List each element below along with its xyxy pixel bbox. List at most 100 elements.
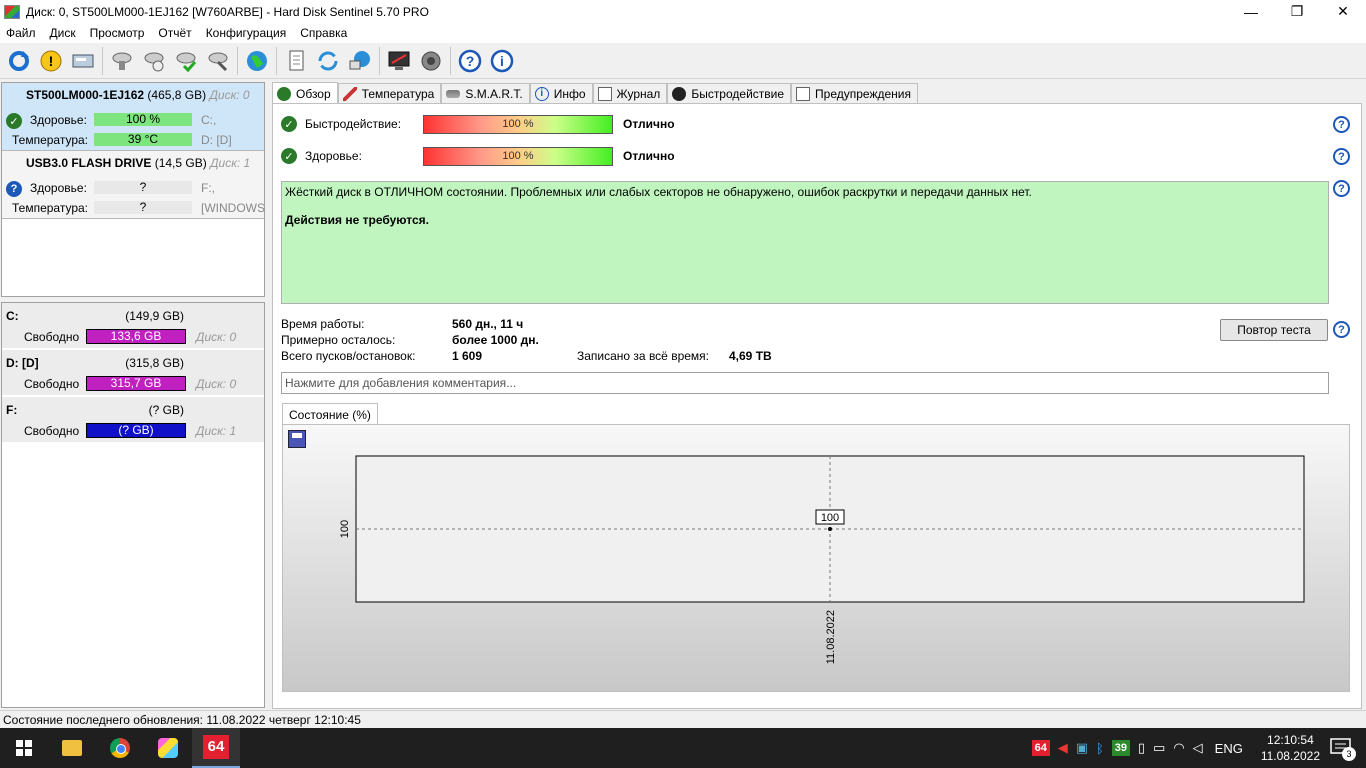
temperature-bar: 39 °C [94, 133, 192, 146]
tab-performance[interactable]: Быстродействие [667, 83, 792, 104]
disk-info-button[interactable] [69, 47, 97, 75]
disk-tool-button[interactable] [204, 47, 232, 75]
monitor-icon [388, 51, 410, 70]
status-message: Жёсткий диск в ОТЛИЧНОМ состоянии. Пробл… [281, 181, 1329, 304]
performance-row: ✓ Быстродействие: 100 % Отлично [281, 114, 675, 134]
help-icon[interactable]: ? [1333, 321, 1350, 338]
info-icon: i [490, 49, 514, 72]
tab-bar: Обзор Температура S.M.A.R.T. i Инфо Журн… [272, 82, 918, 104]
volume-size: (315,8 GB) [125, 356, 184, 370]
toolbar-separator [276, 46, 277, 75]
retest-button[interactable]: Повтор теста [1220, 319, 1328, 341]
tab-temperature[interactable]: Температура [337, 83, 442, 104]
notifications-button[interactable]: 3 [1330, 738, 1356, 761]
tab-label: Журнал [616, 87, 661, 101]
menu-disk[interactable]: Диск [44, 26, 84, 40]
free-space-bar: 133,6 GB [86, 329, 186, 344]
aida64-button[interactable]: 64 [192, 728, 240, 768]
uptime-value: 560 дн., 11 ч [452, 317, 524, 331]
chrome-button[interactable] [96, 728, 144, 768]
disk-surface-button[interactable] [140, 47, 168, 75]
free-space-bar: 315,7 GB [86, 376, 186, 391]
volume-disk: Диск: 0 [196, 377, 237, 391]
volume-icon[interactable]: ◁ [1193, 740, 1203, 756]
wifi-icon[interactable]: ◠ [1173, 740, 1184, 756]
hdsentinel-tray-icon[interactable]: ▣ [1076, 740, 1088, 756]
starts-value: 1 609 [452, 349, 483, 363]
paint-button[interactable] [144, 728, 192, 768]
tab-alerts[interactable]: Предупреждения [791, 83, 918, 104]
speaker-alert-icon[interactable]: ◀ [1058, 740, 1068, 756]
clock-date: 11.08.2022 [1260, 749, 1320, 763]
help-icon[interactable]: ? [1333, 180, 1350, 197]
close-button[interactable]: ✕ [1320, 0, 1366, 23]
network-button[interactable] [346, 47, 374, 75]
message-action: Действия не требуются. [285, 213, 429, 227]
thermometer-icon [342, 87, 357, 101]
speedometer-icon [672, 87, 687, 101]
monitor-button[interactable] [385, 47, 413, 75]
help-button[interactable]: ? [456, 47, 484, 75]
volume-item-c[interactable]: C: (149,9 GB) Свободно 133,6 GB Диск: 0 [2, 303, 264, 350]
toolbar-separator [450, 46, 451, 75]
refresh-button[interactable] [5, 47, 33, 75]
help-icon[interactable]: ? [1333, 148, 1350, 165]
bluetooth-icon[interactable]: ᛒ [1096, 741, 1104, 756]
tab-label: Инфо [553, 87, 586, 101]
tab-smart[interactable]: S.M.A.R.T. [441, 83, 530, 104]
menu-view[interactable]: Просмотр [84, 26, 153, 40]
sync-button[interactable] [314, 47, 342, 75]
volume-size: (149,9 GB) [125, 309, 184, 323]
language-indicator[interactable]: ENG [1215, 741, 1243, 756]
tab-log[interactable]: Журнал [592, 83, 668, 104]
disk-number: Диск: 1 [210, 156, 251, 170]
disk-check-button[interactable] [172, 47, 200, 75]
clock-time: 12:10:54 [1267, 733, 1314, 747]
report-button[interactable] [282, 47, 310, 75]
tab-label: Быстродействие [691, 87, 785, 101]
menu-bar: Файл Диск Просмотр Отчёт Конфигурация Сп… [0, 23, 1366, 43]
menu-help[interactable]: Справка [294, 26, 355, 40]
sound-button[interactable] [417, 47, 445, 75]
alert-button[interactable]: ! [37, 47, 65, 75]
check-icon: ✓ [281, 148, 297, 164]
notification-count: 3 [1342, 747, 1356, 761]
disk-item-0[interactable]: ST500LM000-1EJ162 (465,8 GB) Диск: 0 ✓ З… [2, 83, 264, 151]
alert-icon: ! [40, 50, 62, 71]
usb-icon[interactable]: ▯ [1138, 740, 1145, 756]
volume-item-f[interactable]: F: (? GB) Свободно (? GB) Диск: 1 [2, 397, 264, 444]
taskbar: 64 64 ◀ ▣ ᛒ 39 ▯ ▭ ◠ ◁ ENG 12:10:54 11.0… [0, 728, 1366, 768]
disk-partitions: F:, [201, 181, 215, 195]
comment-input[interactable]: Нажмите для добавления комментария... [281, 372, 1329, 394]
menu-report[interactable]: Отчёт [152, 26, 199, 40]
alerts-icon [796, 87, 811, 101]
battery-icon[interactable]: ▭ [1153, 740, 1165, 756]
disk-title: USB3.0 FLASH DRIVE (14,5 GB) Диск: 1 [26, 156, 250, 170]
menu-file[interactable]: Файл [0, 26, 44, 40]
maximize-button[interactable]: ❐ [1274, 0, 1320, 23]
web-button[interactable] [243, 47, 271, 75]
tab-overview[interactable]: Обзор [272, 82, 338, 104]
svg-text:i: i [500, 53, 504, 69]
tab-health-chart[interactable]: Состояние (%) [282, 403, 378, 425]
explorer-button[interactable] [48, 728, 96, 768]
disk-item-1[interactable]: USB3.0 FLASH DRIVE (14,5 GB) Диск: 1 ? З… [2, 151, 265, 219]
volume-item-d[interactable]: D: [D] (315,8 GB) Свободно 315,7 GB Диск… [2, 350, 264, 397]
menu-config[interactable]: Конфигурация [200, 26, 295, 40]
disk-test-button[interactable] [108, 47, 136, 75]
help-icon[interactable]: ? [1333, 116, 1350, 133]
start-button[interactable] [0, 728, 48, 768]
minimize-button[interactable]: — [1228, 0, 1274, 23]
temperature-tray-icon[interactable]: 39 [1111, 740, 1130, 756]
window-controls: — ❐ ✕ [1228, 0, 1366, 23]
clock[interactable]: 12:10:54 11.08.2022 [1261, 732, 1320, 764]
help-icon: ? [458, 49, 482, 72]
paint-icon [158, 738, 178, 758]
tab-info[interactable]: i Инфо [529, 83, 593, 104]
network-icon [349, 50, 370, 69]
aida64-tray-icon[interactable]: 64 [1031, 740, 1050, 756]
temperature-label: Температура: [12, 201, 89, 215]
uptime-label: Время работы: [281, 317, 365, 331]
about-button[interactable]: i [488, 47, 516, 75]
disk-number: Диск: 0 [209, 88, 250, 102]
